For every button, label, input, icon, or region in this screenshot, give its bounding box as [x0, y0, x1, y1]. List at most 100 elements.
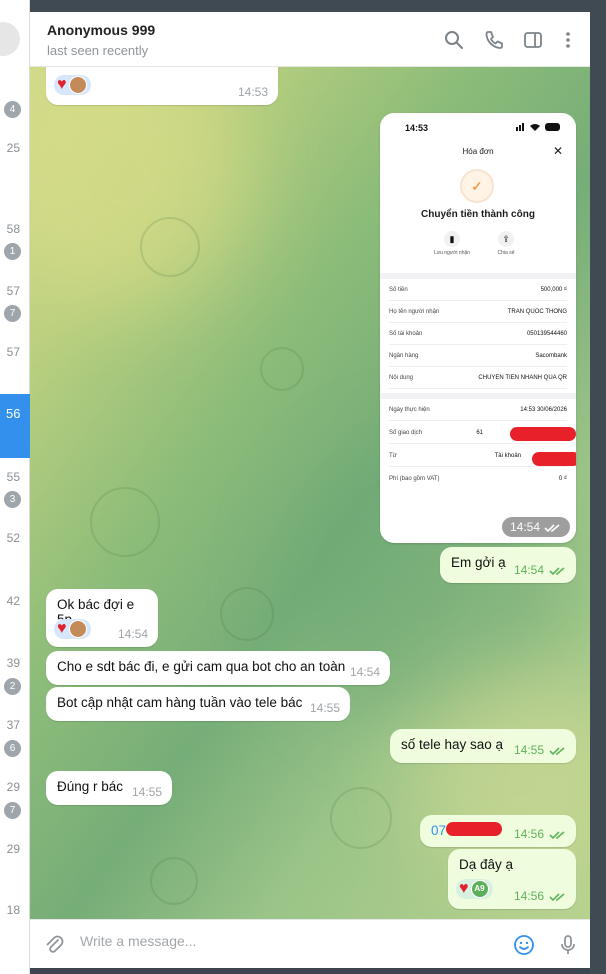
- wallpaper-doodle: [140, 217, 200, 277]
- receipt-image-message[interactable]: 14:53 Hóa đơn ✕ ✓ Chuyển tiền thành công…: [380, 113, 576, 543]
- double-check-icon: [549, 893, 565, 902]
- receipt-row: Ngày thực hiện 14:53 30/06/2026: [389, 401, 567, 421]
- message-bubble-in[interactable]: Bot cập nhật cam hàng tuần vào tele bác …: [46, 687, 350, 721]
- double-check-icon: [544, 524, 560, 533]
- list-time: 55: [6, 470, 20, 484]
- wallpaper-doodle: [150, 857, 198, 905]
- message-time: 14:54: [117, 627, 148, 641]
- message-bubble-out[interactable]: Dạ đây ạ ♥ A9 14:56: [448, 849, 576, 909]
- message-bubble-in[interactable]: Đúng r bác 14:55: [46, 771, 172, 805]
- row-key: Số tài khoản: [389, 331, 423, 337]
- receipt-success-text: Chuyển tiền thành công: [421, 209, 535, 220]
- message-text: Em gởi ạ: [451, 555, 506, 570]
- bookmark-icon: ▮: [444, 231, 460, 247]
- list-time: 39: [6, 656, 20, 670]
- list-time: 29: [6, 842, 20, 856]
- message-time: 14:55: [309, 701, 340, 715]
- unread-badge: 1: [4, 243, 21, 260]
- attach-icon[interactable]: [42, 933, 66, 957]
- unread-badge: 6: [4, 740, 21, 757]
- redaction-mark: [532, 452, 576, 466]
- reactor-avatar: A9: [470, 880, 489, 898]
- sidebar-toggle-icon[interactable]: [522, 29, 544, 51]
- row-value: 050139544460: [526, 331, 567, 337]
- message-time: 14:53: [237, 85, 268, 99]
- share-action: ⇪ Chia sẻ: [476, 231, 536, 256]
- phone-icon[interactable]: [483, 29, 505, 51]
- row-value: 61: [476, 430, 483, 436]
- share-icon: ⇪: [498, 231, 514, 247]
- row-value: 14:53 30/06/2026: [520, 407, 567, 413]
- phone-number-link[interactable]: 07: [431, 823, 446, 838]
- row-value: Sacombank: [535, 353, 567, 359]
- reaction-chip[interactable]: ♥: [54, 619, 91, 639]
- list-time: 37: [6, 718, 20, 732]
- message-time: 14:56: [513, 827, 544, 841]
- message-time: 14:54: [513, 563, 544, 577]
- search-icon[interactable]: [443, 29, 465, 51]
- row-key: Nội dung: [389, 375, 414, 381]
- receipt-row: Số tiền 500,000 ₫: [389, 281, 567, 301]
- receipt-row: Nội dung CHUYEN TIEN NHANH QUA QR: [389, 369, 567, 389]
- chat-list-strip: 4 25 58 1 57 7 57 56 55 3 52 42 39 2 37 …: [0, 0, 30, 974]
- row-key: Số tiền: [389, 287, 408, 293]
- row-key: Họ tên người nhận: [389, 309, 440, 315]
- message-bubble-out[interactable]: số tele hay sao ạ 14:55: [390, 729, 576, 763]
- reaction-chip[interactable]: ♥: [54, 75, 91, 95]
- message-bubble-out[interactable]: 07 14:56: [420, 815, 576, 847]
- receipt-divider: [380, 273, 576, 279]
- chat-title[interactable]: Anonymous 999: [47, 22, 155, 38]
- wallpaper-doodle: [260, 347, 304, 391]
- reactor-avatar: [68, 76, 87, 94]
- receipt-divider: [380, 393, 576, 399]
- row-key: Phí (bao gồm VAT): [389, 476, 440, 482]
- double-check-icon: [549, 567, 565, 576]
- phone-status-icons: [516, 123, 560, 131]
- last-seen-status: last seen recently: [47, 43, 149, 58]
- reaction-chip[interactable]: ♥ A9: [456, 879, 493, 899]
- message-time: 14:56: [513, 889, 544, 903]
- microphone-icon[interactable]: [556, 933, 580, 957]
- unread-badge: 3: [4, 491, 21, 508]
- success-check-icon: ✓: [460, 169, 494, 203]
- message-text: số tele hay sao ạ: [401, 737, 504, 752]
- message-input[interactable]: [80, 933, 500, 949]
- save-recipient-action: ▮ Lưu người nhận: [422, 231, 482, 256]
- avatar[interactable]: [0, 22, 20, 56]
- more-menu-icon[interactable]: [557, 29, 579, 51]
- action-label: Chia sẻ: [497, 250, 515, 256]
- wallpaper-doodle: [220, 587, 274, 641]
- emoji-icon[interactable]: [512, 933, 536, 957]
- message-text: Cho e sdt bác đi, e gửi cam qua bot cho …: [57, 659, 346, 674]
- list-time: 42: [6, 594, 20, 608]
- unread-badge: 7: [4, 305, 21, 322]
- row-value: 500,000 ₫: [540, 287, 567, 293]
- taskbar-edge: [30, 968, 590, 974]
- redaction-mark: [446, 822, 502, 836]
- heart-icon: ♥: [57, 76, 67, 93]
- list-time: 29: [6, 780, 20, 794]
- action-label: Lưu người nhận: [433, 250, 471, 256]
- row-value: 0 ₫: [558, 476, 567, 482]
- receipt-row: Số tài khoản 050139544460: [389, 325, 567, 345]
- message-bubble-out[interactable]: Em gởi ạ 14:54: [440, 547, 576, 583]
- wallpaper-doodle: [330, 787, 392, 849]
- row-key: Ngân hàng: [389, 353, 419, 359]
- message-bubble-in[interactable]: ♥ 14:53: [46, 67, 278, 105]
- row-value: Tài khoản: [494, 453, 521, 459]
- receipt-row: Họ tên người nhận TRAN QUOC THONG: [389, 303, 567, 323]
- close-icon: ✕: [552, 144, 563, 158]
- reactor-avatar: [68, 620, 87, 638]
- row-key: Ngày thực hiện: [389, 407, 430, 413]
- message-composer: [30, 919, 590, 968]
- message-time: 14:55: [513, 743, 544, 757]
- heart-icon: ♥: [459, 880, 469, 897]
- receipt-row: Ngân hàng Sacombank: [389, 347, 567, 367]
- message-text: Bot cập nhật cam hàng tuần vào tele bác: [57, 695, 303, 710]
- list-time: 57: [6, 345, 20, 359]
- message-bubble-in[interactable]: Ok bác đợi e 5p ♥ 14:54: [46, 589, 158, 647]
- row-value: TRAN QUOC THONG: [507, 309, 567, 315]
- message-bubble-in[interactable]: Cho e sdt bác đi, e gửi cam qua bot cho …: [46, 651, 390, 685]
- sidebar-item-active[interactable]: 56: [0, 394, 30, 458]
- double-check-icon: [549, 747, 565, 756]
